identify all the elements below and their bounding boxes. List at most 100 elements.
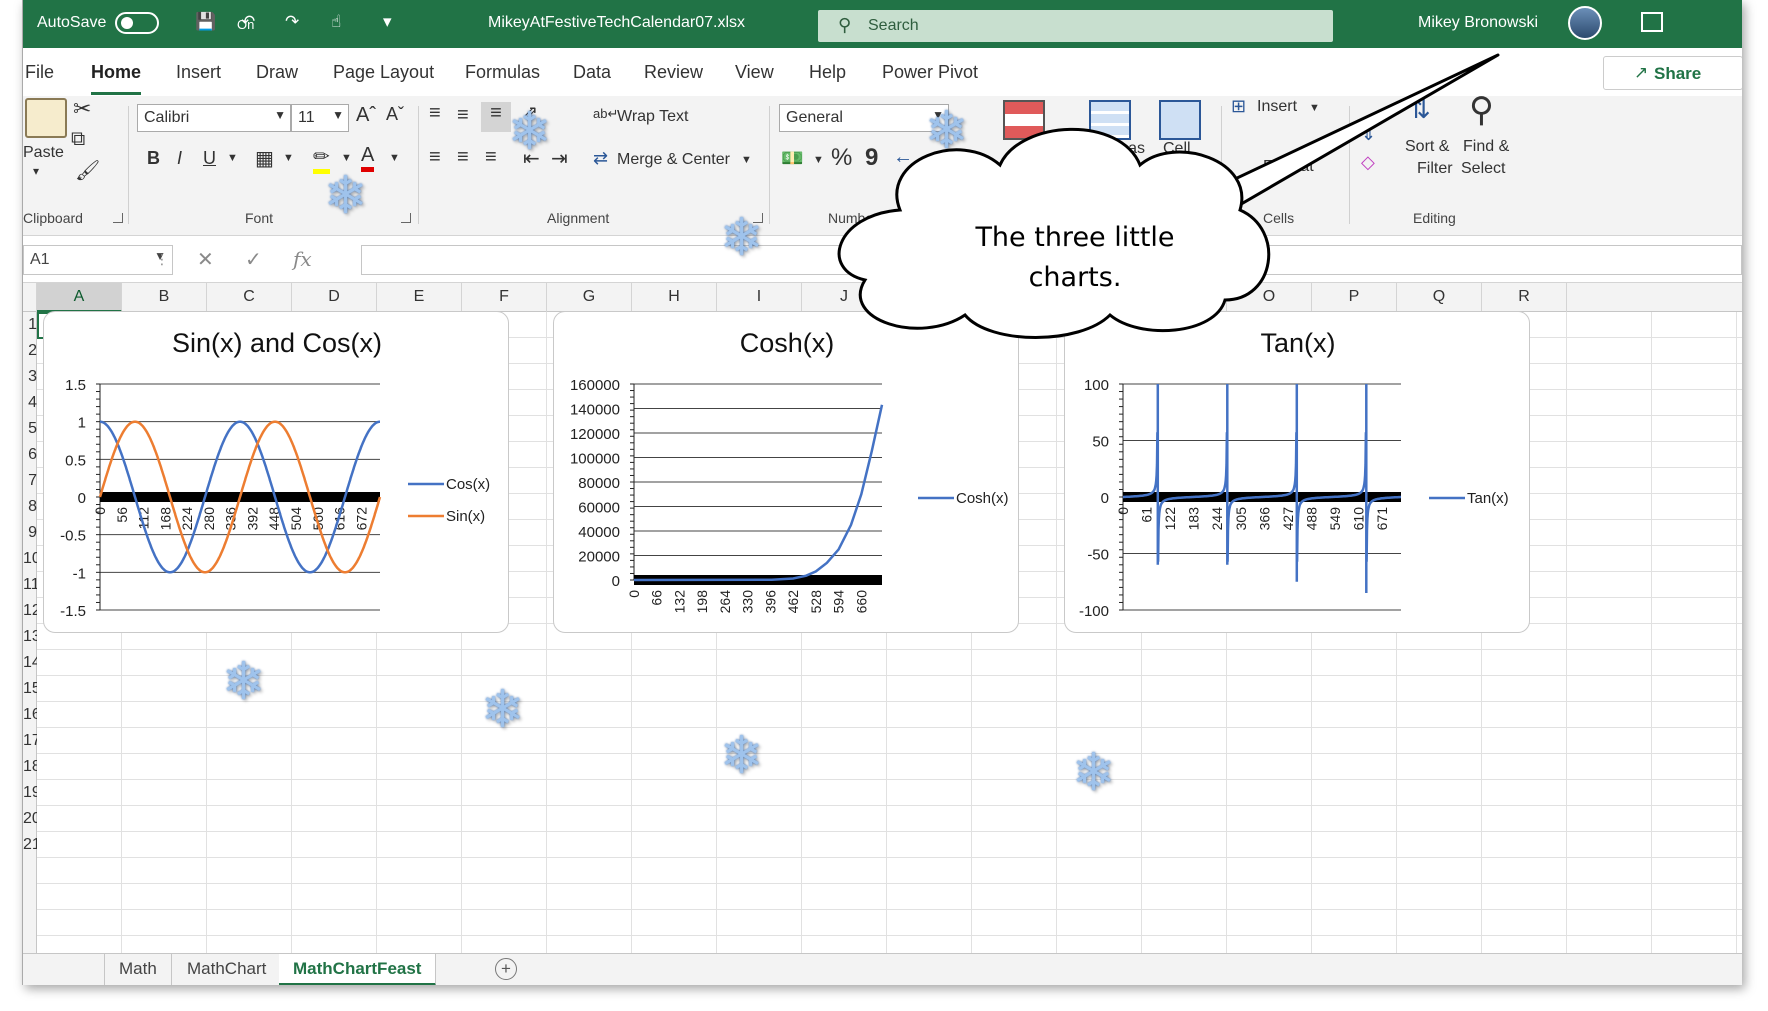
tab-help[interactable]: Help: [809, 62, 846, 83]
row-header[interactable]: 18: [23, 758, 37, 776]
tab-view[interactable]: View: [735, 62, 774, 83]
cancel-icon[interactable]: ✕: [197, 247, 214, 272]
column-header[interactable]: G: [547, 283, 632, 312]
tab-page-layout[interactable]: Page Layout: [333, 62, 434, 83]
save-icon[interactable]: 💾: [195, 12, 216, 32]
tab-home[interactable]: Home: [91, 62, 142, 95]
clipboard-launcher-icon[interactable]: [113, 213, 123, 223]
font-size-combo[interactable]: 11 ▼: [291, 104, 349, 132]
bold-button[interactable]: B: [147, 148, 160, 169]
cut-icon[interactable]: ✂: [73, 96, 91, 122]
row-header[interactable]: 17: [23, 732, 37, 750]
row-header[interactable]: 14: [23, 654, 37, 672]
format-as-table-label[interactable]: Format as: [1073, 140, 1145, 158]
autosave-toggle[interactable]: On: [115, 12, 254, 34]
paste-label[interactable]: Paste: [23, 144, 64, 162]
insert-cells-icon[interactable]: ⊞: [1231, 96, 1246, 117]
redo-icon[interactable]: ↷: [285, 12, 299, 32]
tab-file[interactable]: File: [25, 62, 54, 83]
column-header[interactable]: O: [1227, 283, 1312, 312]
align-center-icon[interactable]: ≡: [457, 146, 469, 169]
column-header[interactable]: H: [632, 283, 717, 312]
row-header[interactable]: 7: [23, 472, 37, 490]
find-select-icon[interactable]: ⚲: [1469, 90, 1494, 130]
cell-styles-icon[interactable]: [1159, 100, 1201, 140]
find-select-label-2[interactable]: Select: [1461, 160, 1505, 178]
sheet-tab-math[interactable]: Math: [105, 954, 172, 985]
italic-button[interactable]: I: [177, 148, 182, 169]
customize-qat-icon[interactable]: ▾: [383, 12, 392, 32]
row-header[interactable]: 19: [23, 784, 37, 802]
top-align-icon[interactable]: ≡: [429, 102, 441, 125]
column-header[interactable]: D: [292, 283, 377, 312]
row-header[interactable]: 1: [23, 316, 37, 334]
column-header[interactable]: E: [377, 283, 462, 312]
format-painter-icon[interactable]: 🖌: [75, 158, 100, 183]
select-all-corner[interactable]: [23, 283, 37, 312]
increase-indent-icon[interactable]: ⇥: [551, 146, 568, 171]
name-box[interactable]: A1 ▼: [23, 245, 173, 275]
row-header[interactable]: 5: [23, 420, 37, 438]
row-header[interactable]: 8: [23, 498, 37, 516]
search-box[interactable]: ⚲ Search: [818, 10, 1333, 42]
avatar[interactable]: [1568, 6, 1602, 40]
align-left-icon[interactable]: ≡: [429, 146, 441, 169]
autosum-icon[interactable]: ⇓: [1361, 124, 1376, 145]
column-header[interactable]: Q: [1397, 283, 1482, 312]
conditional-formatting-icon[interactable]: [1003, 100, 1045, 140]
find-select-label[interactable]: Find &: [1463, 138, 1509, 156]
row-header[interactable]: 9: [23, 524, 37, 542]
merge-center-button[interactable]: Merge & Center: [617, 151, 730, 169]
accounting-icon[interactable]: 💵: [781, 148, 803, 169]
increase-font-icon[interactable]: Aˆ: [356, 104, 376, 127]
font-name-combo[interactable]: Calibri ▼: [137, 104, 291, 132]
underline-button[interactable]: U: [203, 148, 216, 169]
row-header[interactable]: 10: [23, 550, 37, 568]
undo-icon[interactable]: ↶: [241, 12, 255, 32]
touch-mode-icon[interactable]: ☝: [331, 12, 341, 32]
sort-filter-icon[interactable]: ⇅: [1409, 94, 1431, 125]
tab-insert[interactable]: Insert: [176, 62, 221, 83]
decimal-icon[interactable]: ←: [893, 146, 913, 169]
column-header[interactable]: J: [802, 283, 887, 312]
tab-review[interactable]: Review: [644, 62, 703, 83]
user-name[interactable]: Mikey Bronowski: [1418, 14, 1538, 32]
chevron-down-icon[interactable]: ▼: [389, 152, 400, 164]
chart-tan[interactable]: Tan(x) 100 50 0 -50 -100 0 61 122 183 244 305 366 42…: [1064, 311, 1530, 633]
column-header[interactable]: P: [1312, 283, 1397, 312]
row-header[interactable]: 11: [23, 576, 37, 594]
chevron-down-icon[interactable]: ▼: [283, 152, 294, 164]
row-header[interactable]: 20: [23, 810, 37, 828]
format-cells-button[interactable]: Format: [1263, 158, 1314, 176]
column-header[interactable]: F: [462, 283, 547, 312]
insert-function-button[interactable]: fx: [293, 247, 312, 271]
share-button[interactable]: ↗ Share: [1603, 56, 1742, 90]
sort-filter-label[interactable]: Sort &: [1405, 138, 1449, 156]
column-header[interactable]: I: [717, 283, 802, 312]
row-header[interactable]: 12: [23, 602, 37, 620]
row-header[interactable]: 15: [23, 680, 37, 698]
sheet-nav[interactable]: [23, 954, 105, 985]
ribbon-display-options-icon[interactable]: [1641, 12, 1663, 32]
chart-cosh[interactable]: Cosh(x) 160000 140000 120000 100000 80000 600…: [553, 311, 1019, 633]
chevron-down-icon[interactable]: ▼: [227, 152, 238, 164]
sort-filter-label-2[interactable]: Filter: [1417, 160, 1453, 178]
cell-styles-label[interactable]: Cell: [1163, 140, 1191, 158]
row-header[interactable]: 21: [23, 836, 37, 854]
tab-formulas[interactable]: Formulas: [465, 62, 540, 83]
add-sheet-icon[interactable]: +: [495, 958, 517, 980]
clear-icon[interactable]: ◇: [1361, 152, 1375, 173]
format-as-table-label-2[interactable]: Table: [1085, 162, 1123, 180]
row-header[interactable]: 3: [23, 368, 37, 386]
paste-dropdown-icon[interactable]: ▾: [33, 164, 39, 178]
chevron-down-icon[interactable]: ▼: [741, 154, 752, 166]
copy-icon[interactable]: ⧉: [71, 128, 85, 151]
number-format-combo[interactable]: General ▼: [779, 104, 949, 132]
chevron-down-icon[interactable]: ▼: [341, 152, 352, 164]
borders-icon[interactable]: ▦: [255, 146, 274, 171]
align-right-icon[interactable]: ≡: [485, 146, 497, 169]
comma-button[interactable]: 9: [865, 144, 878, 172]
row-header[interactable]: 4: [23, 394, 37, 412]
percent-button[interactable]: %: [831, 144, 852, 172]
chevron-down-icon[interactable]: ▼: [1309, 102, 1320, 114]
